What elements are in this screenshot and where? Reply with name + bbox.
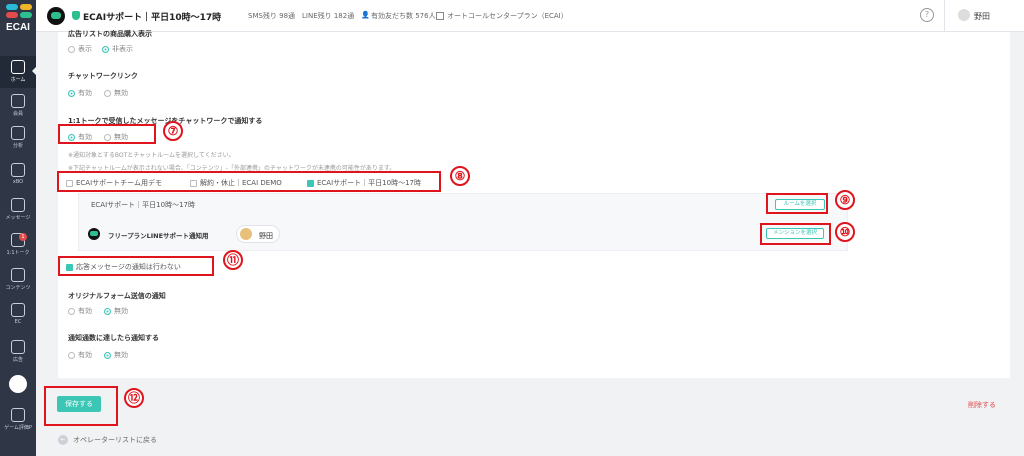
sidebar-item-talk[interactable]: 1 1:1トーク [0, 233, 36, 256]
step-number-9: ⑨ [835, 190, 855, 210]
user-name[interactable]: 野田 [974, 11, 990, 22]
form-notify-label: オリジナルフォーム送信の通知 [68, 292, 166, 300]
sidebar-item-label: xBO [12, 179, 24, 185]
plan-icon [436, 12, 444, 20]
delete-link[interactable]: 削除する [968, 400, 996, 410]
back-to-operator-list[interactable]: ← オペレーターリストに戻る [58, 435, 157, 445]
cart-icon [11, 303, 25, 317]
account-name[interactable]: ECAIサポート｜平日10時〜17時 [83, 10, 221, 23]
sidebar-item-label: 広告 [12, 357, 23, 363]
game-icon [11, 408, 25, 422]
sidebar-item-ec[interactable]: EC [0, 303, 36, 325]
highlight-box-12 [44, 386, 118, 426]
room-name: フリープランLINEサポート通知用 [108, 232, 209, 240]
megaphone-icon [11, 340, 25, 354]
ad-list-hide-radio[interactable]: 非表示 [102, 44, 133, 54]
sms-remaining: SMS残り 98通 [248, 12, 296, 20]
user-icon: 👤 [361, 11, 370, 19]
message-icon [11, 198, 25, 212]
mention-user-name: 野田 [259, 232, 273, 240]
highlight-box-11 [58, 256, 214, 276]
limit-notify-enable-radio[interactable]: 有効 [68, 350, 92, 360]
sidebar-item-label: コンテンツ [5, 285, 31, 291]
form-notify-enable-radio[interactable]: 有効 [68, 306, 92, 316]
sidebar-item-label: 分析 [12, 143, 23, 149]
shopify-icon [9, 375, 27, 393]
highlight-box-7 [58, 124, 156, 144]
bot-avatar-icon [47, 7, 65, 25]
step-number-8: ⑧ [450, 166, 470, 186]
sidebar-item-ads[interactable]: 広告 [0, 340, 36, 363]
form-notify-disable-radio[interactable]: 無効 [104, 306, 128, 316]
plan-name: オートコールセンタープラン（ECAI） [447, 12, 568, 20]
sidebar-item-game[interactable]: ゲーム評価P [0, 408, 36, 431]
ad-list-label: 広告リストの商品購入表示 [68, 30, 152, 38]
highlight-box-8 [57, 171, 441, 192]
chatwork-enable-radio[interactable]: 有効 [68, 88, 92, 98]
sidebar-item-label: ゲーム評価P [4, 425, 32, 431]
line-bot-icon [88, 228, 100, 240]
bot-icon [11, 163, 25, 177]
line-remaining: LINE残り 182通 [302, 12, 355, 20]
chevron-down-icon[interactable]: ▾ [214, 10, 218, 19]
highlight-box-10 [760, 223, 831, 245]
analytics-icon [11, 126, 25, 140]
chatwork-link-label: チャットワークリンク [68, 72, 138, 80]
sidebar: ECAI ホーム 会員 分析 xBO メッセージ 1 1:1トーク コンテンツ … [0, 0, 37, 456]
step-number-7: ⑦ [163, 121, 183, 141]
top-bar: ECAIサポート｜平日10時〜17時 ▾ SMS残り 98通 LINE残り 18… [36, 0, 1024, 32]
sidebar-item-label: メッセージ [5, 215, 31, 221]
limit-notify-disable-radio[interactable]: 無効 [104, 350, 128, 360]
sidebar-item-members[interactable]: 会員 [0, 94, 36, 117]
divider [944, 0, 945, 32]
step-number-11: ⑪ [223, 250, 243, 270]
step-number-10: ⑩ [835, 222, 855, 242]
mention-user-chip[interactable]: 野田 [236, 225, 280, 243]
step-number-12: ⑫ [124, 388, 144, 408]
logo-text: ECAI [6, 22, 30, 33]
notify-note-1: ※通知対象とするBOTとチャットルームを選択してください。 [68, 152, 235, 159]
sidebar-item-shopify[interactable] [0, 375, 36, 395]
limit-notify-label: 通知通数に達したら通知する [68, 334, 159, 342]
user-avatar [240, 228, 252, 240]
sidebar-item-label: 1:1トーク [6, 250, 30, 256]
help-icon[interactable]: ? [920, 8, 934, 22]
sidebar-item-message[interactable]: メッセージ [0, 198, 36, 221]
sidebar-item-label: 会員 [12, 111, 23, 117]
ecai-logo[interactable]: ECAI [4, 4, 32, 42]
sidebar-item-home[interactable]: ホーム [0, 56, 37, 88]
home-icon [11, 60, 25, 74]
target-bot-title: ECAIサポート｜平日10時〜17時 [91, 201, 195, 209]
sidebar-item-label: ホーム [10, 77, 26, 83]
ad-list-show-radio[interactable]: 表示 [68, 44, 92, 54]
active-caret [32, 66, 37, 76]
user-avatar[interactable] [958, 9, 970, 21]
sidebar-item-analytics[interactable]: 分析 [0, 126, 36, 149]
scrollbar[interactable] [1017, 32, 1024, 456]
highlight-box-9 [766, 193, 828, 214]
chatwork-disable-radio[interactable]: 無効 [104, 88, 128, 98]
sidebar-item-xbo[interactable]: xBO [0, 163, 36, 185]
shield-icon [72, 11, 80, 20]
arrow-left-icon: ← [58, 435, 68, 445]
sidebar-item-contents[interactable]: コンテンツ [0, 268, 36, 291]
sidebar-item-label: EC [14, 319, 22, 325]
members-icon [11, 94, 25, 108]
contents-icon [11, 268, 25, 282]
unread-badge: 1 [19, 233, 27, 241]
friends-count: 有効友だち数 576人 [371, 12, 436, 20]
